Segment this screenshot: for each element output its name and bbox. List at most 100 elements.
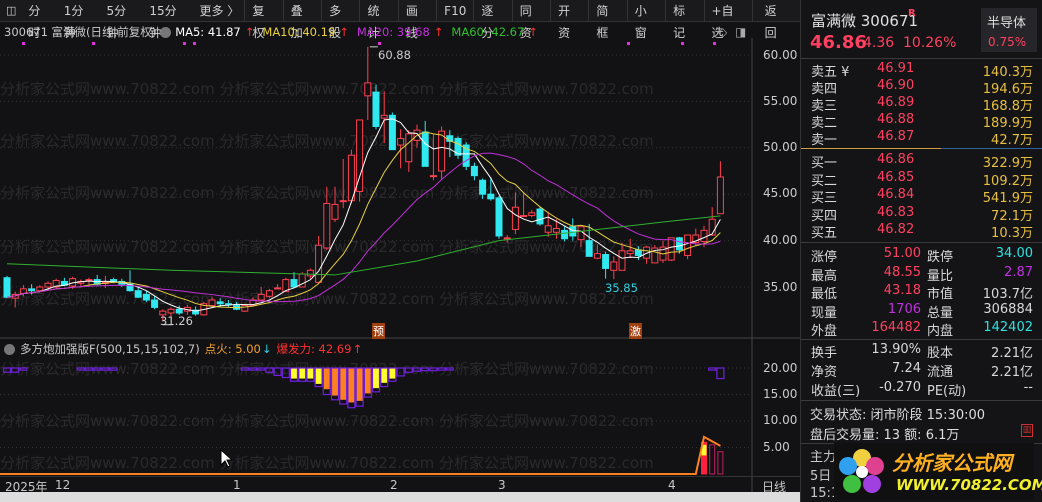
tool-draw-button[interactable]: 画线 [397, 0, 436, 40]
stat-label: 净资 [811, 365, 838, 380]
marker-dot [183, 42, 186, 45]
indicator-box [429, 367, 438, 372]
candle-up [85, 279, 93, 282]
stat-label: 换手 [811, 346, 838, 361]
stat-value: 2.87 [1004, 264, 1033, 280]
period-tab-15min[interactable]: 15分钟 [143, 0, 193, 40]
stat-label: 总量 [927, 305, 954, 321]
candle-up [528, 212, 536, 217]
horizontal-scrollbar[interactable] [0, 492, 800, 502]
candle-down [290, 279, 298, 288]
candle-up [36, 286, 44, 292]
tool-mark-button[interactable]: 标记 [665, 0, 703, 40]
marker-dot [193, 42, 196, 45]
logo-url-text: WWW.70822.COM [896, 476, 1042, 494]
indicator-box [404, 367, 413, 373]
candle-up [708, 218, 716, 236]
ask-volume: 42.7万 [991, 133, 1033, 148]
ma-legend: 300671 富满微(日线,前复权) MA5: 41.87 ↑ MA10: 40.… [4, 24, 538, 40]
tool-kaizi-button[interactable]: 开资 [550, 0, 588, 40]
indicator-tick: 5.00 [763, 440, 790, 454]
tool-zhufen-button[interactable]: 逐分 [473, 0, 511, 40]
diamond-icon[interactable]: ◇ [718, 25, 727, 39]
month-label: 2 [390, 478, 398, 492]
stat-value: 306884 [983, 301, 1033, 317]
stat-value: 34.00 [995, 246, 1033, 261]
bar-chart-icon[interactable]: ▥ [1021, 424, 1033, 437]
tool-stats-button[interactable]: 统计 [359, 0, 397, 40]
panel-toggle-icon[interactable]: ◨ [735, 25, 746, 39]
indicator-box [248, 367, 258, 371]
candle-up [257, 293, 265, 301]
bid-price: 46.82 [877, 222, 915, 237]
ma60-value: MA60: 42.67 [451, 25, 525, 39]
candle-up [323, 202, 331, 249]
tool-multistock-button[interactable]: 多股 [321, 0, 359, 40]
indicator-box [101, 367, 110, 371]
candle-up [339, 200, 347, 203]
indicator-box [76, 367, 85, 371]
last-price: 46.86 [810, 32, 867, 53]
sidebar-toggle-icon[interactable]: ◫ [0, 0, 22, 22]
candle-down [561, 229, 569, 240]
candle-up [626, 250, 634, 255]
down-arrow-icon: ↓ [261, 342, 272, 356]
marker-dot [378, 42, 381, 45]
indicator-box [93, 367, 102, 371]
period-tab-fenshi[interactable]: 分时 [22, 0, 57, 40]
indicator-box [11, 367, 20, 373]
candle-up [397, 138, 405, 146]
bid-row: 买四 46.83 72.1万 [811, 205, 1033, 224]
candle-up [208, 299, 216, 307]
bid-volume: 541.9万 [982, 191, 1033, 206]
tool-simple-frame-button[interactable]: 简框 [588, 0, 626, 40]
spike-bar [709, 444, 716, 475]
month-label: 12 [55, 478, 71, 492]
indicator-box [84, 367, 94, 371]
stock-name: 富满微 300671 [811, 12, 919, 30]
candle-down [487, 193, 495, 200]
tool-fuquan-button[interactable]: 复权 [244, 0, 282, 40]
indicator-bar [364, 368, 371, 394]
bid-volume: 109.2万 [982, 173, 1033, 189]
tool-tongzi-button[interactable]: 同资 [511, 0, 550, 40]
collapse-icon[interactable] [4, 343, 15, 355]
price-tick: 45.00 [763, 186, 798, 200]
tool-overlay-button[interactable]: 叠加 [282, 0, 321, 40]
spike-bar [717, 451, 724, 475]
price-tick: 50.00 [763, 140, 798, 154]
ask-row: 卖四 46.90 194.6万 [811, 78, 1033, 97]
indicator-tick: 20.00 [763, 361, 798, 375]
marker-dot [22, 42, 25, 45]
collapse-icon[interactable] [160, 26, 172, 38]
sector-box[interactable]: 半导体 0.75% [981, 8, 1037, 52]
period-tab-1min[interactable]: 1分钟 [58, 0, 101, 40]
divider [801, 148, 941, 149]
indicator-box [19, 367, 28, 371]
period-more-menu[interactable]: 更多 〉 [194, 0, 245, 22]
kline-chart[interactable]: 分析家公式网www.70822.com 分析家公式网www.70822.com … [0, 38, 800, 492]
ask-price: 46.88 [877, 112, 915, 127]
stat-label: 现量 [811, 305, 838, 321]
ma10-value: MA10: 40.19 [262, 25, 336, 39]
stat-label: 流通 [927, 365, 954, 380]
period-tab-5min[interactable]: 5分钟 [101, 0, 144, 40]
bid-price: 46.85 [877, 169, 915, 185]
indicator-tick: 10.00 [763, 413, 798, 427]
main-force-label: 主力 [810, 450, 837, 465]
add-watchlist-button[interactable]: +自选 [703, 0, 752, 40]
indicator-box [716, 367, 725, 380]
ask-level-label: 卖一 [811, 133, 838, 148]
tool-f10-button[interactable]: F10 [436, 0, 473, 22]
tool-small-window-button[interactable]: 小窗 [626, 0, 665, 40]
signal-tag: 激 [629, 323, 642, 339]
back-button[interactable]: 返回 [751, 0, 800, 40]
candle-down [175, 308, 183, 314]
indicator-bar [291, 368, 297, 379]
bid-level-label: 买一 [811, 156, 838, 171]
bid-row: 买五 46.82 10.3万 [811, 222, 1033, 241]
indicator-bar [356, 368, 363, 401]
indicator-bar [323, 368, 330, 390]
five-day-label: 5日 [810, 469, 832, 484]
ignite-line [0, 435, 721, 475]
